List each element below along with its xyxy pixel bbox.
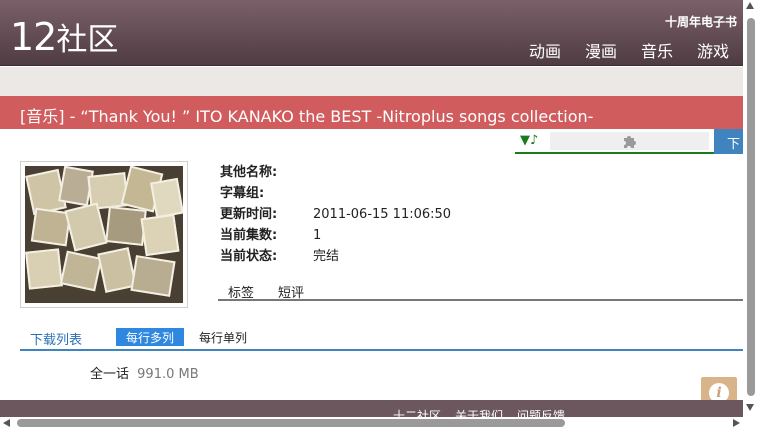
detail-value: 完结 [313,249,340,264]
music-player[interactable]: ▼♪ [515,129,714,154]
header-band [0,67,743,96]
view-multi-column-button[interactable]: 每行多列 [116,328,185,346]
download-list-title[interactable]: 下载列表 [30,329,82,348]
detail-label: 其他名称: [220,165,278,180]
detail-value: 2011-06-15 11:06:50 [313,207,452,222]
horizontal-scrollbar[interactable] [0,417,758,430]
vertical-scrollbar[interactable] [743,0,758,417]
nav-item-anime[interactable]: 动画 [529,38,561,62]
plugin-placeholder [550,132,709,150]
nav-item-music[interactable]: 音乐 [641,38,673,62]
episode-size: 991.0 MB [137,367,199,382]
detail-row: 更新时间: 2011-06-15 11:06:50 [220,205,451,226]
site-logo[interactable]: 12社区 [10,15,118,62]
footer-links: 十二社区 关于我们 问题反馈 [393,407,565,417]
detail-row: 当前状态: 完结 [220,247,451,268]
detail-label: 更新时间: [220,207,278,222]
view-single-column-button[interactable]: 每行单列 [199,329,247,346]
release-title-bar: [音乐] - “Thank You! ” ITO KANAKO the BEST… [0,96,743,129]
detail-value: 1 [313,228,322,243]
release-title: [音乐] - “Thank You! ” ITO KANAKO the BEST… [20,107,594,126]
puzzle-icon [624,136,636,148]
detail-row: 字幕组: [220,184,451,205]
detail-row: 当前集数: 1 [220,226,451,247]
scroll-right-arrow-icon[interactable] [733,419,740,427]
episode-name[interactable]: 全一话 [90,367,129,382]
vertical-scroll-thumb[interactable] [747,18,755,396]
scroll-left-arrow-icon[interactable] [3,419,10,427]
footer-link-feedback[interactable]: 问题反馈 [517,407,565,417]
album-cover [20,161,188,308]
ebook-link[interactable]: 十周年电子书 [665,13,737,30]
scroll-down-arrow-icon[interactable] [746,404,754,411]
detail-label: 当前状态: [220,249,278,264]
list-item[interactable]: 全一话 991.0 MB [90,363,199,382]
download-list-bar: 下载列表 每行多列 每行单列 [20,328,743,351]
main-nav: 动画 漫画 音乐 游戏 [529,38,729,62]
scroll-up-arrow-icon[interactable] [746,2,754,9]
detail-label: 字幕组: [220,186,265,201]
detail-row: 其他名称: [220,163,451,184]
tab-reviews[interactable]: 短评 [278,282,304,301]
detail-tabs: 标签 短评 [218,282,743,301]
download-tools: ▼♪ 下载 [515,129,743,155]
music-icon[interactable]: ▼♪ [520,133,538,148]
tab-tags[interactable]: 标签 [228,282,254,301]
site-header: 12社区 十周年电子书 动画 漫画 音乐 游戏 [0,0,743,66]
logo-number: 12 [10,15,57,59]
nav-item-games[interactable]: 游戏 [697,38,729,62]
footer-link-about[interactable]: 关于我们 [455,407,503,417]
logo-text: 社区 [56,22,119,58]
horizontal-scroll-thumb[interactable] [17,419,565,427]
download-button[interactable]: 下载 [714,129,743,154]
detail-label: 当前集数: [220,228,278,243]
nav-item-manga[interactable]: 漫画 [585,38,617,62]
site-footer: 十二社区 关于我们 问题反馈 [0,400,743,417]
release-details: 其他名称: 字幕组: 更新时间: 2011-06-15 11:06:50 当前集… [220,163,451,268]
footer-link-home[interactable]: 十二社区 [393,407,441,417]
cover-image [25,166,183,303]
